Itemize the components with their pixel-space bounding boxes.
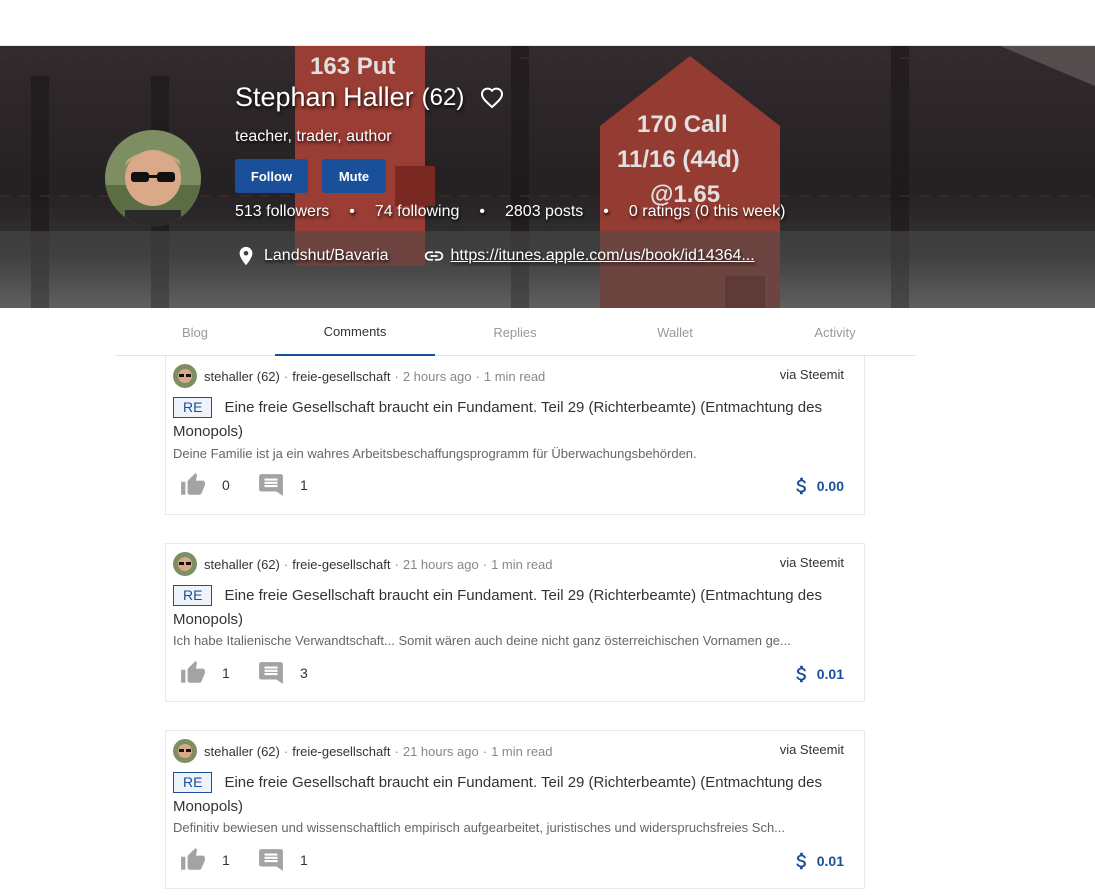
comment-count: 1 bbox=[300, 852, 308, 868]
profile-name: Stephan Haller (62) bbox=[235, 82, 504, 113]
link-icon bbox=[424, 251, 443, 261]
followers-count[interactable]: 513 followers bbox=[235, 203, 329, 221]
following-count[interactable]: 74 following bbox=[375, 203, 460, 221]
tab-activity[interactable]: Activity bbox=[755, 308, 915, 356]
payout-amount: 0.01 bbox=[816, 666, 844, 682]
tab-wallet[interactable]: Wallet bbox=[595, 308, 755, 356]
comment-icon[interactable] bbox=[258, 472, 284, 498]
post-time: 21 hours ago bbox=[402, 743, 479, 759]
posts-count: 2803 posts bbox=[505, 203, 584, 220]
comment-actions: 1 1 bbox=[180, 847, 330, 873]
comment-header: stehaller (62) · freie-gesellschaft · 21… bbox=[173, 739, 553, 763]
comment-icon[interactable] bbox=[258, 660, 284, 686]
tab-blog[interactable]: Blog bbox=[115, 308, 275, 356]
comment-excerpt: Definitiv bewiesen und wissenschaftlich … bbox=[173, 820, 786, 835]
payout-amount: 0.01 bbox=[816, 853, 844, 869]
meta-separator: · bbox=[394, 743, 399, 759]
payout-amount: 0.00 bbox=[816, 478, 844, 494]
comment-card: stehaller (62) · freie-gesellschaft · 21… bbox=[165, 730, 865, 889]
author-avatar[interactable] bbox=[173, 739, 197, 763]
dollar-icon bbox=[796, 477, 806, 495]
stats-separator: • bbox=[479, 203, 485, 220]
comment-excerpt: Deine Familie ist ja ein wahres Arbeitsb… bbox=[173, 446, 697, 461]
via-source: via Steemit bbox=[779, 742, 844, 757]
thumb-up-icon[interactable] bbox=[180, 472, 206, 498]
post-category[interactable]: freie-gesellschaft bbox=[292, 369, 390, 384]
vote-count: 0 bbox=[222, 477, 230, 493]
profile-avatar[interactable] bbox=[105, 130, 201, 226]
author-name[interactable]: stehaller (62) bbox=[204, 744, 280, 759]
follow-button[interactable]: Follow bbox=[235, 159, 308, 193]
vote-count: 1 bbox=[222, 665, 230, 681]
meta-separator: · bbox=[394, 368, 399, 384]
post-category[interactable]: freie-gesellschaft bbox=[292, 744, 390, 759]
read-time: 1 min read bbox=[491, 556, 553, 572]
reply-badge: RE bbox=[173, 397, 213, 418]
post-time: 2 hours ago bbox=[402, 368, 472, 384]
comment-card: stehaller (62) · freie-gesellschaft · 21… bbox=[165, 543, 865, 702]
comment-excerpt: Ich habe Italienische Verwandtschaft... … bbox=[173, 633, 791, 648]
stats-separator: • bbox=[603, 203, 609, 220]
meta-separator: · bbox=[283, 556, 289, 572]
comment-title-text[interactable]: Eine freie Gesellschaft braucht ein Fund… bbox=[173, 587, 822, 628]
comment-title[interactable]: RE Eine freie Gesellschaft braucht ein Fu… bbox=[173, 396, 843, 444]
location-pin-icon bbox=[239, 246, 253, 266]
via-source: via Steemit bbox=[779, 555, 844, 570]
read-time: 1 min read bbox=[491, 743, 553, 759]
profile-name-text: Stephan Haller bbox=[235, 82, 414, 112]
comment-title[interactable]: RE Eine freie Gesellschaft braucht ein Fu… bbox=[173, 584, 843, 632]
payout[interactable]: 0.00 bbox=[791, 475, 844, 497]
comment-actions: 0 1 bbox=[180, 472, 330, 498]
tab-comments[interactable]: Comments bbox=[275, 308, 435, 356]
comment-actions: 1 3 bbox=[180, 660, 330, 686]
thumb-up-icon[interactable] bbox=[180, 660, 206, 686]
reputation-score: (62) bbox=[421, 83, 465, 111]
dollar-icon bbox=[796, 852, 806, 870]
meta-separator: · bbox=[482, 556, 488, 572]
author-avatar[interactable] bbox=[173, 364, 197, 388]
comment-header: stehaller (62) · freie-gesellschaft · 2 … bbox=[173, 364, 545, 388]
vote-count: 1 bbox=[222, 852, 230, 868]
comment-header: stehaller (62) · freie-gesellschaft · 21… bbox=[173, 552, 553, 576]
via-source: via Steemit bbox=[779, 367, 844, 382]
thumb-up-icon[interactable] bbox=[180, 847, 206, 873]
comment-icon[interactable] bbox=[258, 847, 284, 873]
comment-count: 3 bbox=[300, 665, 308, 681]
heart-outline-icon[interactable] bbox=[480, 86, 504, 110]
top-navigation-bar bbox=[0, 0, 1095, 46]
tab-replies[interactable]: Replies bbox=[435, 308, 595, 356]
profile-website-link[interactable]: https://itunes.apple.com/us/book/id14364… bbox=[451, 247, 755, 265]
comment-card: stehaller (62) · freie-gesellschaft · 2 … bbox=[165, 356, 865, 515]
ratings-count: 0 ratings (0 this week) bbox=[628, 203, 786, 220]
read-time: 1 min read bbox=[483, 368, 546, 384]
meta-separator: · bbox=[283, 743, 289, 759]
reply-badge: RE bbox=[173, 585, 213, 606]
profile-about: teacher, trader, author bbox=[235, 128, 392, 145]
dollar-icon bbox=[796, 665, 806, 683]
post-category[interactable]: freie-gesellschaft bbox=[292, 557, 390, 572]
comment-count: 1 bbox=[300, 477, 308, 493]
stats-separator: • bbox=[349, 203, 355, 220]
meta-separator: · bbox=[482, 743, 488, 759]
comment-title[interactable]: RE Eine freie Gesellschaft braucht ein Fu… bbox=[173, 771, 843, 819]
profile-tabs: Blog Comments Replies Wallet Activity bbox=[115, 308, 915, 356]
meta-separator: · bbox=[283, 368, 289, 384]
profile-meta: Landshut/Bavaria https://itunes.apple.co… bbox=[235, 245, 755, 267]
author-name[interactable]: stehaller (62) bbox=[204, 369, 280, 384]
profile-location: Landshut/Bavaria bbox=[264, 247, 389, 264]
mute-button[interactable]: Mute bbox=[322, 159, 386, 193]
reply-badge: RE bbox=[173, 772, 213, 793]
payout[interactable]: 0.01 bbox=[791, 663, 844, 685]
comment-title-text[interactable]: Eine freie Gesellschaft braucht ein Fund… bbox=[173, 774, 822, 815]
post-time: 21 hours ago bbox=[402, 556, 479, 572]
payout[interactable]: 0.01 bbox=[791, 850, 844, 872]
profile-stats: 513 followers • 74 following • 2803 post… bbox=[235, 203, 785, 221]
meta-separator: · bbox=[475, 368, 480, 384]
author-avatar[interactable] bbox=[173, 552, 197, 576]
author-name[interactable]: stehaller (62) bbox=[204, 557, 280, 572]
comment-title-text[interactable]: Eine freie Gesellschaft braucht ein Fund… bbox=[173, 399, 822, 440]
meta-separator: · bbox=[394, 556, 399, 572]
